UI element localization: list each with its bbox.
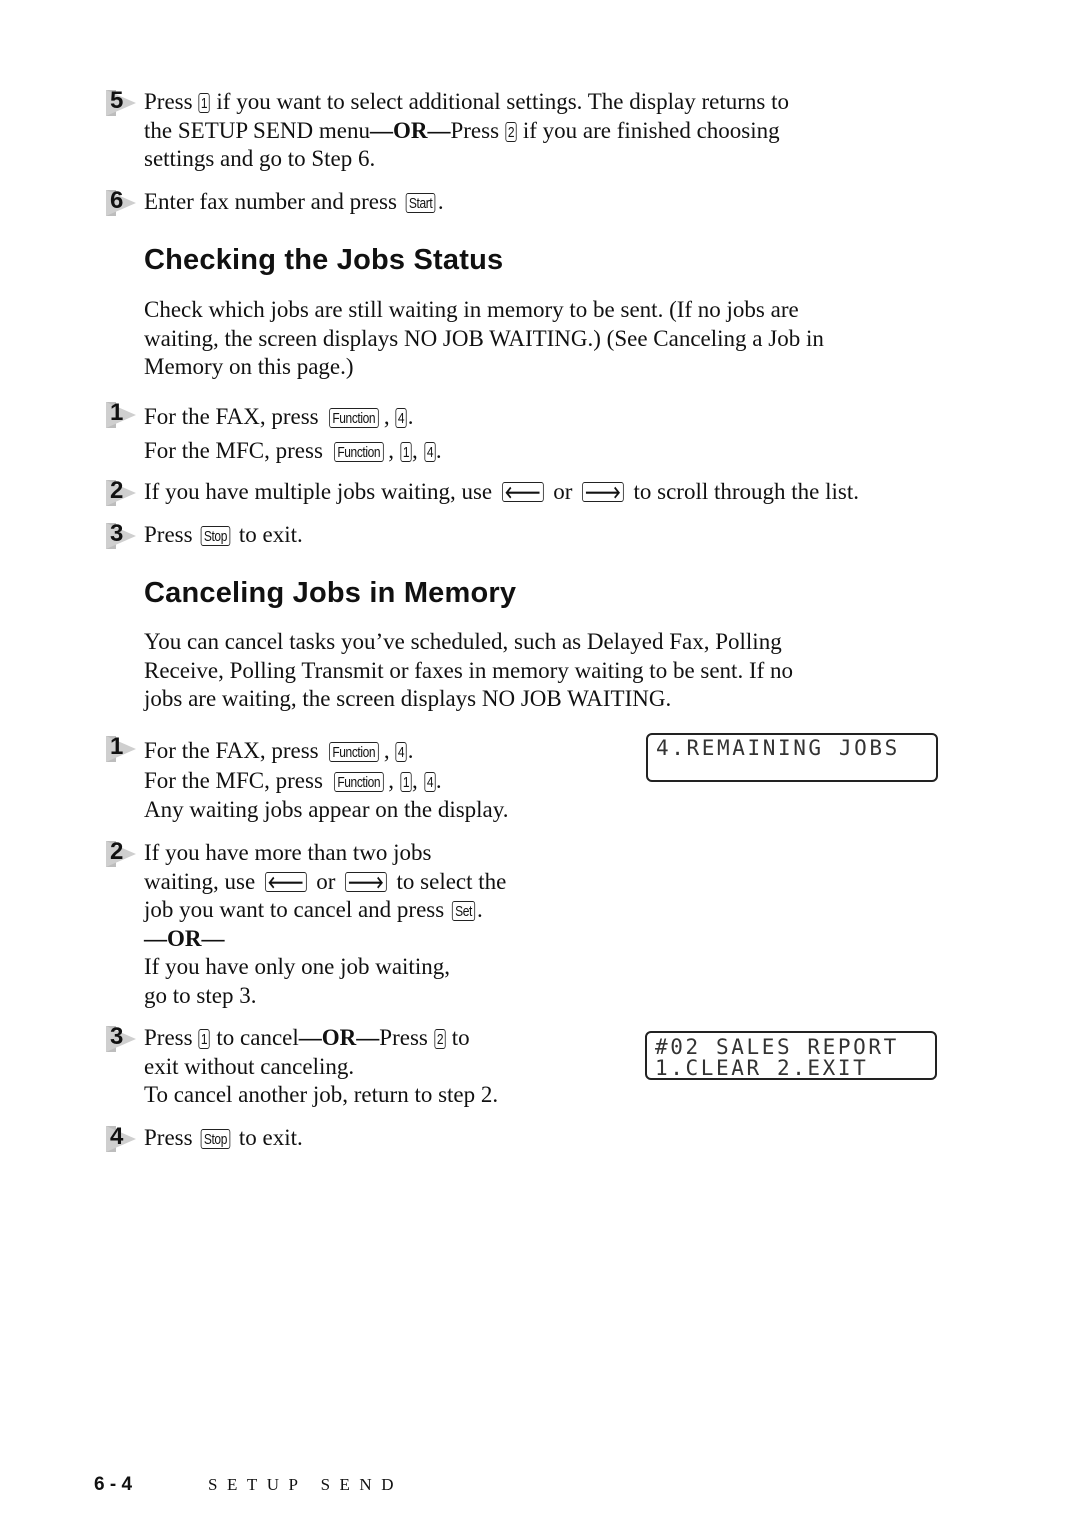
step-number-badge: 2 [106, 838, 142, 869]
lcd-display-sales-report: #02 SALES REPORT 1.CLEAR 2.EXIT [645, 1031, 937, 1080]
left-arrow-key-icon: 🡐 [265, 871, 307, 892]
key-function: Function [329, 408, 379, 428]
key-2: 2 [434, 1029, 446, 1049]
key-stop: Stop [200, 1129, 231, 1149]
key-1: 1 [198, 93, 211, 113]
key-function: Function [329, 742, 379, 762]
lcd-line-1: 4.REMAINING JOBS [656, 736, 900, 760]
section-heading-checking: Checking the Jobs Status [144, 244, 504, 276]
section-heading-canceling: Canceling Jobs in Memory [144, 577, 517, 609]
section-intro-checking: Check which jobs are still waiting in me… [144, 297, 824, 379]
left-arrow-key-icon: 🡐 [502, 482, 544, 502]
key-4: 4 [423, 772, 436, 792]
page-number: 6 - 4 [94, 1474, 133, 1495]
right-arrow-key-icon: 🡒 [345, 871, 387, 892]
lcd-line-1: #02 SALES REPORT [655, 1035, 899, 1059]
step-number-badge: 5 [106, 87, 142, 118]
chapter-title: SETUP SEND [208, 1475, 403, 1494]
step-number-badge: 1 [106, 399, 142, 430]
or-separator: —OR— [298, 1025, 380, 1050]
key-set: Set [451, 901, 476, 921]
key-start: Start [405, 193, 436, 213]
key-stop: Stop [200, 526, 231, 546]
key-1: 1 [198, 1029, 211, 1049]
step-number-badge: 6 [106, 187, 142, 218]
key-4: 4 [423, 442, 436, 462]
key-2: 2 [505, 121, 517, 142]
or-separator: —OR— [144, 925, 225, 951]
step-number-badge: 4 [106, 1123, 142, 1154]
lcd-display-remaining-jobs: 4.REMAINING JOBS [646, 733, 938, 782]
right-arrow-key-icon: 🡒 [582, 482, 624, 502]
key-4: 4 [395, 742, 408, 762]
section-intro-canceling: You can cancel tasks you’ve scheduled, s… [144, 629, 794, 711]
step-number-badge: 3 [106, 520, 142, 551]
key-function: Function [333, 772, 384, 792]
step-number-badge: 2 [106, 477, 142, 508]
key-1: 1 [400, 772, 412, 792]
step-number-badge: 3 [106, 1023, 142, 1054]
key-4: 4 [395, 408, 408, 428]
key-function: Function [333, 442, 384, 462]
key-1: 1 [400, 442, 412, 462]
or-separator: —OR— [369, 117, 451, 143]
lcd-line-2: 1.CLEAR 2.EXIT [655, 1056, 869, 1080]
step-number-badge: 1 [106, 733, 142, 764]
